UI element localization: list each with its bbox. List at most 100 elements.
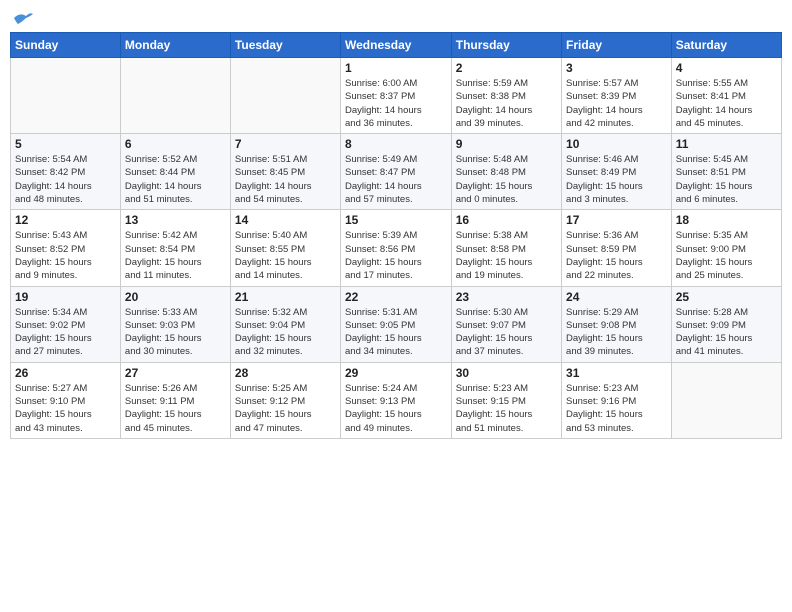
day-number: 24 (566, 290, 667, 304)
logo-bird-icon (12, 10, 34, 28)
calendar-week-2: 5 Sunrise: 5:54 AM Sunset: 8:42 PM Daylig… (11, 134, 782, 210)
day-info: Sunrise: 5:42 AM Sunset: 8:54 PM Dayligh… (125, 229, 226, 282)
calendar-cell: 8 Sunrise: 5:49 AM Sunset: 8:47 PM Daylig… (341, 134, 452, 210)
calendar-cell: 5 Sunrise: 5:54 AM Sunset: 8:42 PM Daylig… (11, 134, 121, 210)
calendar-cell: 20Sunrise: 5:33 AM Sunset: 9:03 PM Dayli… (120, 286, 230, 362)
day-number: 4 (676, 61, 777, 75)
day-number: 23 (456, 290, 557, 304)
calendar-cell: 28Sunrise: 5:25 AM Sunset: 9:12 PM Dayli… (230, 362, 340, 438)
weekday-header-wednesday: Wednesday (341, 33, 452, 58)
day-number: 19 (15, 290, 116, 304)
weekday-header-friday: Friday (562, 33, 672, 58)
day-info: Sunrise: 5:45 AM Sunset: 8:51 PM Dayligh… (676, 153, 777, 206)
calendar-cell: 2Sunrise: 5:59 AM Sunset: 8:38 PM Daylig… (451, 58, 561, 134)
day-number: 29 (345, 366, 447, 380)
day-number: 9 (456, 137, 557, 151)
calendar-cell (230, 58, 340, 134)
day-number: 16 (456, 213, 557, 227)
calendar-cell: 13 Sunrise: 5:42 AM Sunset: 8:54 PM Dayli… (120, 210, 230, 286)
day-info: Sunrise: 5:38 AM Sunset: 8:58 PM Dayligh… (456, 229, 557, 282)
calendar-cell: 7 Sunrise: 5:51 AM Sunset: 8:45 PM Daylig… (230, 134, 340, 210)
calendar-week-1: 1 Sunrise: 6:00 AM Sunset: 8:37 PM Daylig… (11, 58, 782, 134)
day-number: 26 (15, 366, 116, 380)
day-number: 6 (125, 137, 226, 151)
day-info: Sunrise: 5:48 AM Sunset: 8:48 PM Dayligh… (456, 153, 557, 206)
day-info: Sunrise: 5:35 AM Sunset: 9:00 PM Dayligh… (676, 229, 777, 282)
calendar-cell: 25 Sunrise: 5:28 AM Sunset: 9:09 PM Dayli… (671, 286, 781, 362)
calendar-cell: 31 Sunrise: 5:23 AM Sunset: 9:16 PM Dayli… (562, 362, 672, 438)
day-number: 7 (235, 137, 336, 151)
calendar-cell: 6 Sunrise: 5:52 AM Sunset: 8:44 PM Daylig… (120, 134, 230, 210)
calendar-cell: 29 Sunrise: 5:24 AM Sunset: 9:13 PM Dayli… (341, 362, 452, 438)
calendar-cell: 4 Sunrise: 5:55 AM Sunset: 8:41 PM Daylig… (671, 58, 781, 134)
day-info: Sunrise: 5:30 AM Sunset: 9:07 PM Dayligh… (456, 306, 557, 359)
day-info: Sunrise: 5:32 AM Sunset: 9:04 PM Dayligh… (235, 306, 336, 359)
calendar-cell: 9 Sunrise: 5:48 AM Sunset: 8:48 PM Daylig… (451, 134, 561, 210)
calendar-header-row: SundayMondayTuesdayWednesdayThursdayFrid… (11, 33, 782, 58)
calendar-cell: 10Sunrise: 5:46 AM Sunset: 8:49 PM Dayli… (562, 134, 672, 210)
day-number: 8 (345, 137, 447, 151)
weekday-header-monday: Monday (120, 33, 230, 58)
weekday-header-thursday: Thursday (451, 33, 561, 58)
day-number: 22 (345, 290, 447, 304)
day-info: Sunrise: 5:23 AM Sunset: 9:16 PM Dayligh… (566, 382, 667, 435)
day-number: 10 (566, 137, 667, 151)
calendar-week-3: 12 Sunrise: 5:43 AM Sunset: 8:52 PM Dayli… (11, 210, 782, 286)
weekday-header-saturday: Saturday (671, 33, 781, 58)
day-info: Sunrise: 5:31 AM Sunset: 9:05 PM Dayligh… (345, 306, 447, 359)
calendar-cell: 17 Sunrise: 5:36 AM Sunset: 8:59 PM Dayli… (562, 210, 672, 286)
day-info: Sunrise: 5:51 AM Sunset: 8:45 PM Dayligh… (235, 153, 336, 206)
calendar-cell: 1 Sunrise: 6:00 AM Sunset: 8:37 PM Daylig… (341, 58, 452, 134)
day-number: 14 (235, 213, 336, 227)
day-info: Sunrise: 5:24 AM Sunset: 9:13 PM Dayligh… (345, 382, 447, 435)
day-info: Sunrise: 5:23 AM Sunset: 9:15 PM Dayligh… (456, 382, 557, 435)
day-number: 17 (566, 213, 667, 227)
day-info: Sunrise: 5:33 AM Sunset: 9:03 PM Dayligh… (125, 306, 226, 359)
calendar-cell: 27Sunrise: 5:26 AM Sunset: 9:11 PM Dayli… (120, 362, 230, 438)
calendar-cell: 3 Sunrise: 5:57 AM Sunset: 8:39 PM Daylig… (562, 58, 672, 134)
calendar-week-4: 19Sunrise: 5:34 AM Sunset: 9:02 PM Dayli… (11, 286, 782, 362)
weekday-header-sunday: Sunday (11, 33, 121, 58)
day-number: 18 (676, 213, 777, 227)
calendar-cell: 18 Sunrise: 5:35 AM Sunset: 9:00 PM Dayli… (671, 210, 781, 286)
day-number: 3 (566, 61, 667, 75)
calendar-cell (120, 58, 230, 134)
day-info: Sunrise: 5:54 AM Sunset: 8:42 PM Dayligh… (15, 153, 116, 206)
calendar-cell: 12 Sunrise: 5:43 AM Sunset: 8:52 PM Dayli… (11, 210, 121, 286)
calendar-cell: 16 Sunrise: 5:38 AM Sunset: 8:58 PM Dayli… (451, 210, 561, 286)
calendar-cell: 26 Sunrise: 5:27 AM Sunset: 9:10 PM Dayli… (11, 362, 121, 438)
day-number: 15 (345, 213, 447, 227)
calendar-cell (671, 362, 781, 438)
day-info: Sunrise: 6:00 AM Sunset: 8:37 PM Dayligh… (345, 77, 447, 130)
calendar-cell: 15 Sunrise: 5:39 AM Sunset: 8:56 PM Dayli… (341, 210, 452, 286)
day-number: 25 (676, 290, 777, 304)
day-info: Sunrise: 5:28 AM Sunset: 9:09 PM Dayligh… (676, 306, 777, 359)
day-number: 21 (235, 290, 336, 304)
day-info: Sunrise: 5:39 AM Sunset: 8:56 PM Dayligh… (345, 229, 447, 282)
day-info: Sunrise: 5:52 AM Sunset: 8:44 PM Dayligh… (125, 153, 226, 206)
day-info: Sunrise: 5:40 AM Sunset: 8:55 PM Dayligh… (235, 229, 336, 282)
calendar-table: SundayMondayTuesdayWednesdayThursdayFrid… (10, 32, 782, 439)
calendar-cell: 19Sunrise: 5:34 AM Sunset: 9:02 PM Dayli… (11, 286, 121, 362)
day-number: 31 (566, 366, 667, 380)
day-number: 2 (456, 61, 557, 75)
calendar-cell: 22 Sunrise: 5:31 AM Sunset: 9:05 PM Dayli… (341, 286, 452, 362)
day-number: 5 (15, 137, 116, 151)
calendar-cell: 24Sunrise: 5:29 AM Sunset: 9:08 PM Dayli… (562, 286, 672, 362)
day-info: Sunrise: 5:57 AM Sunset: 8:39 PM Dayligh… (566, 77, 667, 130)
day-info: Sunrise: 5:36 AM Sunset: 8:59 PM Dayligh… (566, 229, 667, 282)
day-info: Sunrise: 5:49 AM Sunset: 8:47 PM Dayligh… (345, 153, 447, 206)
day-info: Sunrise: 5:55 AM Sunset: 8:41 PM Dayligh… (676, 77, 777, 130)
day-number: 12 (15, 213, 116, 227)
day-number: 30 (456, 366, 557, 380)
weekday-header-tuesday: Tuesday (230, 33, 340, 58)
day-number: 11 (676, 137, 777, 151)
day-info: Sunrise: 5:43 AM Sunset: 8:52 PM Dayligh… (15, 229, 116, 282)
day-number: 1 (345, 61, 447, 75)
calendar-cell: 14 Sunrise: 5:40 AM Sunset: 8:55 PM Dayli… (230, 210, 340, 286)
calendar-cell (11, 58, 121, 134)
day-info: Sunrise: 5:25 AM Sunset: 9:12 PM Dayligh… (235, 382, 336, 435)
day-info: Sunrise: 5:27 AM Sunset: 9:10 PM Dayligh… (15, 382, 116, 435)
day-number: 13 (125, 213, 226, 227)
calendar-cell: 23 Sunrise: 5:30 AM Sunset: 9:07 PM Dayli… (451, 286, 561, 362)
